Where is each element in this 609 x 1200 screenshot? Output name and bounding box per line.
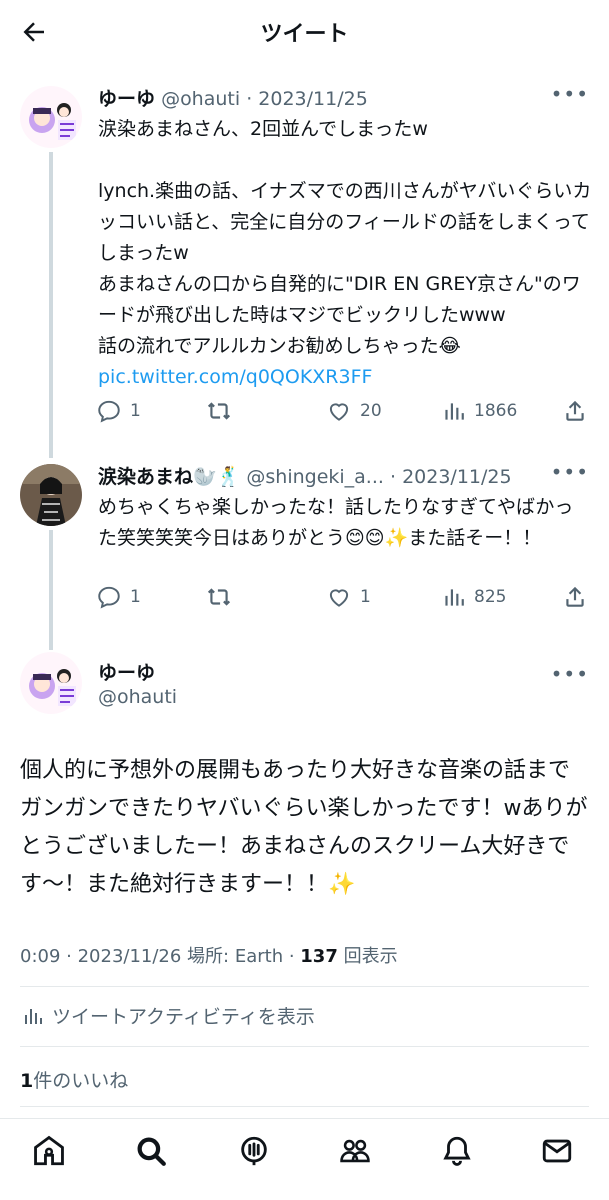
reply-icon xyxy=(98,586,120,609)
avatar[interactable] xyxy=(20,464,82,526)
nav-home[interactable] xyxy=(31,1133,67,1169)
like-count: 20 xyxy=(360,401,382,421)
tweet-text: 涙染あまねさん、2回並んでしまったw lynch.楽曲の話、イナズマでの西川さん… xyxy=(98,118,592,388)
bottom-nav xyxy=(0,1118,609,1180)
communities-icon xyxy=(340,1139,370,1163)
search-icon xyxy=(137,1137,166,1166)
reply-icon xyxy=(98,400,120,423)
tweet-timestamp: 0:09 · 2023/11/26 場所: Earth · xyxy=(20,946,301,967)
retweet-button[interactable] xyxy=(206,398,232,424)
reply-button[interactable]: 1 xyxy=(96,398,141,424)
thread-connector xyxy=(49,640,53,650)
tweet-text: 個人的に予想外の展開もあったり大好きな音楽の話までガンガンできたりヤバいぐらい楽… xyxy=(20,758,588,897)
bell-icon xyxy=(443,1136,471,1166)
tweet-meta: ゆーゆ @ohauti · 2023/11/25 xyxy=(98,84,569,111)
retweet-icon xyxy=(207,588,231,606)
author-name[interactable]: 涙染あまね🦭🕺 xyxy=(98,466,240,488)
avatar[interactable] xyxy=(20,652,82,714)
bar-chart-icon xyxy=(445,403,464,420)
bar-chart-icon xyxy=(445,589,464,606)
author-handle[interactable]: @shingeki_a... xyxy=(246,466,384,488)
more-options-icon[interactable]: ••• xyxy=(551,460,589,484)
thread-tweet-2[interactable]: 涙染あまね🦭🕺 @shingeki_a... · 2023/11/25 ••• … xyxy=(0,454,609,642)
author-name[interactable]: ゆーゆ xyxy=(98,88,155,110)
home-icon xyxy=(34,1135,64,1166)
like-button[interactable]: 20 xyxy=(326,398,382,424)
view-count: 137 xyxy=(300,946,338,967)
top-bar: ツイート xyxy=(0,0,609,64)
reply-count: 1 xyxy=(130,401,141,421)
reply-count: 1 xyxy=(130,587,141,607)
retweet-icon xyxy=(207,402,231,420)
author-handle[interactable]: @ohauti xyxy=(98,686,177,708)
views-button[interactable]: 825 xyxy=(440,584,506,610)
heart-icon xyxy=(329,589,349,607)
divider xyxy=(20,1046,589,1047)
tweet-actions: 1 20 1866 xyxy=(96,398,589,428)
likes-summary[interactable]: 1件のいいね xyxy=(20,1066,128,1093)
views-count: 825 xyxy=(474,587,507,607)
mail-icon xyxy=(542,1139,572,1163)
divider xyxy=(20,986,589,987)
share-button[interactable] xyxy=(562,584,588,610)
view-suffix: 回表示 xyxy=(337,946,398,967)
views-button[interactable]: 1866 xyxy=(440,398,517,424)
nav-notifications[interactable] xyxy=(439,1133,475,1169)
tweet-text: めちゃくちゃ楽しかったな！話したりなすぎてやばかった笑笑笑笑今日はありがとう😊😊… xyxy=(98,496,574,549)
spaces-icon xyxy=(241,1136,267,1166)
author-handle[interactable]: @ohauti xyxy=(161,88,240,110)
like-count: 1 xyxy=(20,1070,34,1092)
media-link[interactable]: pic.twitter.com/q0QOKXR3FF xyxy=(98,366,372,388)
tweet-actions: 1 1 825 xyxy=(96,584,589,614)
tweet-activity-link[interactable]: ツイートアクティビティを表示 xyxy=(20,1002,315,1029)
share-button[interactable] xyxy=(562,398,588,424)
tweet-meta: 涙染あまね🦭🕺 @shingeki_a... · 2023/11/25 xyxy=(98,462,569,489)
avatar-illustration xyxy=(20,86,82,148)
nav-communities[interactable] xyxy=(337,1133,373,1169)
bar-chart-icon xyxy=(25,1008,42,1024)
nav-spaces[interactable] xyxy=(236,1133,272,1169)
more-options-icon[interactable]: ••• xyxy=(551,82,589,106)
views-count: 1866 xyxy=(474,401,518,421)
thread-connector xyxy=(49,152,53,458)
like-count: 1 xyxy=(360,587,371,607)
thread-connector xyxy=(49,530,53,642)
heart-icon xyxy=(329,403,349,421)
share-icon xyxy=(566,586,584,607)
nav-messages[interactable] xyxy=(539,1133,575,1169)
thread-tweet-1[interactable]: ゆーゆ @ohauti · 2023/11/25 ••• 涙染あまねさん、2回並… xyxy=(0,76,609,458)
activity-label: ツイートアクティビティを表示 xyxy=(52,1006,315,1028)
page-title: ツイート xyxy=(260,22,349,47)
share-icon xyxy=(566,400,584,421)
divider xyxy=(20,1106,589,1107)
avatar-illustration xyxy=(20,652,82,714)
tweet-meta: 0:09 · 2023/11/26 場所: Earth · 137 回表示 xyxy=(20,942,398,968)
like-button[interactable]: 1 xyxy=(326,584,371,610)
author-name[interactable]: ゆーゆ xyxy=(98,658,155,685)
more-options-icon[interactable]: ••• xyxy=(551,662,589,686)
avatar[interactable] xyxy=(20,86,82,148)
tweet-date[interactable]: · 2023/11/25 xyxy=(246,88,368,110)
like-suffix: 件のいいね xyxy=(33,1070,129,1092)
retweet-button[interactable] xyxy=(206,584,232,610)
nav-search[interactable] xyxy=(133,1133,169,1169)
avatar-photo xyxy=(20,464,82,526)
tweet-date[interactable]: · 2023/11/25 xyxy=(390,466,512,488)
reply-button[interactable]: 1 xyxy=(96,584,141,610)
